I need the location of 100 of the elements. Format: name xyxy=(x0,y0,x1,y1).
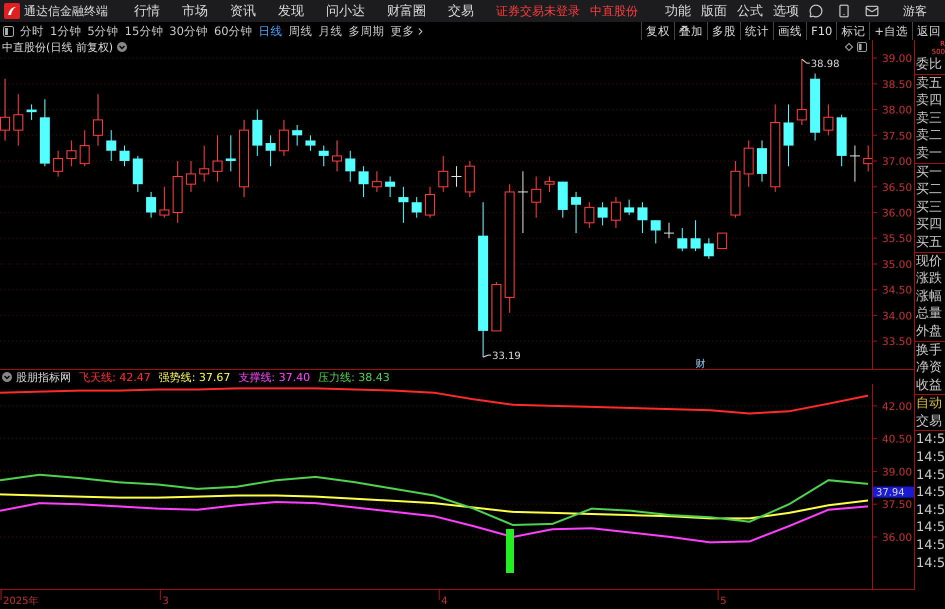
period-tab[interactable]: 月线 xyxy=(318,24,343,38)
tool-button[interactable]: 叠加 xyxy=(674,22,708,40)
quote-label: 卖二 xyxy=(915,127,943,145)
candlestick xyxy=(53,150,64,177)
period-tab[interactable]: 更多 xyxy=(390,24,415,38)
tool-button[interactable]: 返回 xyxy=(912,22,945,40)
value-tick: 40.50 xyxy=(882,434,912,446)
candlestick xyxy=(677,227,688,252)
panel-toggle-icon[interactable] xyxy=(857,42,867,52)
mode-label[interactable]: 自动 xyxy=(915,395,945,413)
period-tab[interactable]: 分时 xyxy=(20,24,44,38)
menu-item[interactable]: 发现 xyxy=(278,2,304,20)
signal-marker xyxy=(506,529,514,573)
menu-item[interactable]: 公式 xyxy=(737,2,763,20)
candlestick xyxy=(199,145,210,182)
tool-button[interactable]: 复权 xyxy=(641,22,674,40)
tool-button[interactable]: 统计 xyxy=(740,22,774,40)
candlestick xyxy=(664,222,674,239)
quote-label: 总量 xyxy=(915,305,943,323)
candlestick xyxy=(172,160,183,224)
menu-item[interactable]: 行情 xyxy=(134,2,160,20)
phone-icon[interactable] xyxy=(837,4,851,18)
menu-item[interactable]: 选项 xyxy=(773,2,799,20)
menu-item[interactable]: 财富圈 xyxy=(387,2,426,20)
period-tab[interactable]: 多周期 xyxy=(348,24,385,38)
quote-label: 买二 xyxy=(915,181,943,199)
price-tick: 39.00 xyxy=(882,54,912,66)
tool-button[interactable]: F10 xyxy=(806,22,836,40)
quote-label: 收益 xyxy=(915,376,943,394)
candlestick xyxy=(385,176,396,198)
date-tick: 5 xyxy=(720,596,726,607)
period-tab[interactable]: 15分钟 xyxy=(124,24,164,38)
candlestick xyxy=(823,104,834,136)
candlestick xyxy=(332,140,342,172)
panel-toggle-icon[interactable] xyxy=(3,26,14,36)
menu-item[interactable]: 功能 xyxy=(665,2,691,20)
diamond-icon[interactable] xyxy=(845,42,853,51)
period-tab[interactable]: 5分钟 xyxy=(87,24,119,38)
quote-label: 买三 xyxy=(915,198,943,216)
candlestick xyxy=(730,160,740,218)
candlestick xyxy=(531,176,542,218)
tool-button[interactable]: 多股 xyxy=(707,22,740,40)
candlestick xyxy=(810,73,820,141)
period-tab[interactable]: 日线 xyxy=(258,24,283,38)
event-marker[interactable]: 财 xyxy=(696,359,706,369)
quote-label: 外盘 xyxy=(915,322,943,340)
candlestick xyxy=(26,104,37,120)
chart-title: 中直股份(日线 前复权) xyxy=(2,40,114,54)
candlestick xyxy=(863,145,872,172)
period-tab[interactable]: 周线 xyxy=(288,24,313,38)
trade-time: 14:5 xyxy=(915,519,945,538)
login-status[interactable]: 证券交易未登录 xyxy=(496,2,580,20)
user-label[interactable]: 游客 xyxy=(903,2,927,20)
tool-button[interactable]: +自选 xyxy=(869,22,912,40)
candlestick xyxy=(451,166,462,188)
tool-button[interactable]: 标记 xyxy=(836,22,870,40)
period-tab[interactable]: 60分钟 xyxy=(214,24,253,38)
circle-chevron-icon[interactable] xyxy=(117,42,128,52)
circle-chevron-icon[interactable] xyxy=(2,372,12,382)
current-value-label: 37.94 xyxy=(873,486,914,499)
candlestick xyxy=(412,196,422,218)
period-tab[interactable]: 1分钟 xyxy=(50,24,82,38)
menu-item[interactable]: 交易 xyxy=(448,2,474,20)
candlestick xyxy=(398,186,408,224)
period-tab[interactable]: 30分钟 xyxy=(169,24,208,38)
price-tick: 36.00 xyxy=(882,207,912,220)
chat-icon[interactable] xyxy=(809,4,823,18)
candlestick xyxy=(226,134,236,172)
candlestick xyxy=(849,145,860,182)
candlestick xyxy=(756,140,767,182)
quote-label: 涨跌 xyxy=(915,270,943,288)
price-tick: 35.00 xyxy=(882,258,912,271)
candlestick xyxy=(132,155,143,192)
candlestick xyxy=(571,191,582,234)
value-tick: 42.00 xyxy=(882,400,912,413)
menu-item[interactable]: 市场 xyxy=(182,2,208,20)
candlestick xyxy=(66,140,76,167)
price-tick: 34.50 xyxy=(882,284,912,297)
legend-entry: 压力线: 38.43 xyxy=(318,370,390,384)
candlestick xyxy=(558,181,568,218)
trade-time: 14:5 xyxy=(915,554,945,572)
tool-button[interactable]: 画线 xyxy=(773,22,806,40)
date-tick: 2025年 xyxy=(3,596,38,607)
candlestick xyxy=(836,114,847,167)
quote-label: 买一 xyxy=(915,164,943,182)
app-logo xyxy=(4,3,20,19)
mail-icon[interactable] xyxy=(865,4,879,18)
trade-time: 14:5 xyxy=(915,431,945,450)
trade-time: 14:5 xyxy=(915,466,945,484)
candlestick xyxy=(690,220,701,252)
quote-label: 卖五 xyxy=(915,74,943,92)
trade-time: 14:5 xyxy=(915,484,945,502)
trade-time: 14:5 xyxy=(915,537,945,555)
price-tick: 33.50 xyxy=(882,336,912,348)
candlestick xyxy=(252,109,262,156)
trade-time: 14:5 xyxy=(915,449,945,467)
menu-item[interactable]: 问小达 xyxy=(326,2,365,20)
quote-label: 买五 xyxy=(915,234,943,252)
menu-item[interactable]: 资讯 xyxy=(230,2,256,20)
menu-item[interactable]: 版面 xyxy=(701,2,727,20)
